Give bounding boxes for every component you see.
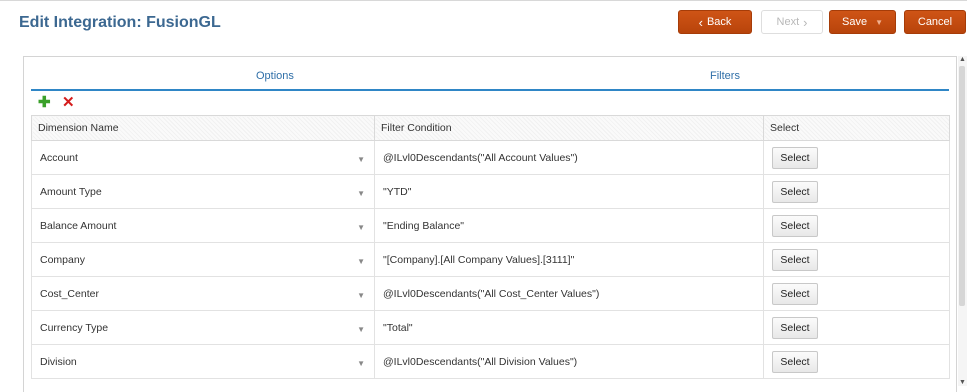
table-row: Division ▼ @ILvl0Descendants("All Divisio… xyxy=(31,344,950,379)
top-divider xyxy=(0,0,967,1)
save-button-label: Save xyxy=(842,16,868,28)
dimension-dropdown[interactable]: Amount Type ▼ xyxy=(31,174,375,209)
dimension-name: Cost_Center xyxy=(40,287,99,300)
filter-condition-cell[interactable]: "YTD" xyxy=(374,174,764,209)
select-button[interactable]: Select xyxy=(772,248,818,271)
filter-condition-cell[interactable]: "Ending Balance" xyxy=(374,208,764,243)
cancel-button-label: Cancel xyxy=(917,16,953,28)
tab-options[interactable]: Options xyxy=(256,70,294,82)
caret-down-icon[interactable]: ▼ xyxy=(357,223,365,232)
select-cell: Select xyxy=(763,140,950,175)
filter-grid: Dimension Name Filter Condition Select A… xyxy=(31,115,950,379)
filter-condition-cell[interactable]: @ILvl0Descendants("All Account Values") xyxy=(374,140,764,175)
dimension-name: Amount Type xyxy=(40,185,102,198)
next-button[interactable]: Next › xyxy=(761,10,823,34)
dimension-dropdown[interactable]: Balance Amount ▼ xyxy=(31,208,375,243)
caret-down-icon[interactable]: ▼ xyxy=(357,155,365,164)
select-button[interactable]: Select xyxy=(772,214,818,237)
column-header-dimension-name: Dimension Name xyxy=(31,115,375,141)
caret-down-icon[interactable]: ▼ xyxy=(357,359,365,368)
column-header-select: Select xyxy=(763,115,950,141)
scroll-up-icon[interactable]: ▲ xyxy=(959,56,966,63)
tab-bar: Options Filters xyxy=(31,70,949,91)
caret-down-icon[interactable]: ▼ xyxy=(357,189,365,198)
table-row: Balance Amount ▼ "Ending Balance" Select xyxy=(31,208,950,243)
dimension-dropdown[interactable]: Currency Type ▼ xyxy=(31,310,375,345)
select-button[interactable]: Select xyxy=(772,180,818,203)
select-button[interactable]: Select xyxy=(772,282,818,305)
scrollbar-thumb[interactable] xyxy=(959,66,965,306)
add-icon[interactable]: ✚ xyxy=(38,95,51,110)
select-cell: Select xyxy=(763,208,950,243)
select-cell: Select xyxy=(763,310,950,345)
caret-down-icon[interactable]: ▼ xyxy=(357,291,365,300)
tab-filters[interactable]: Filters xyxy=(710,70,740,82)
chevron-left-icon: ‹ xyxy=(698,14,703,30)
scroll-down-icon[interactable]: ▼ xyxy=(959,379,966,386)
caret-down-icon[interactable]: ▼ xyxy=(357,257,365,266)
dimension-name: Balance Amount xyxy=(40,219,117,232)
vertical-scrollbar[interactable]: ▲ ▼ xyxy=(958,56,967,386)
back-button[interactable]: ‹ Back xyxy=(678,10,752,34)
save-button[interactable]: Save ▼ xyxy=(829,10,896,34)
column-header-filter-condition: Filter Condition xyxy=(374,115,764,141)
back-button-label: Back xyxy=(706,16,732,28)
dimension-name: Company xyxy=(40,253,85,266)
grid-header-row: Dimension Name Filter Condition Select xyxy=(31,115,950,141)
table-row: Account ▼ @ILvl0Descendants("All Account … xyxy=(31,140,950,175)
page-title: Edit Integration: FusionGL xyxy=(19,14,221,31)
table-row: Company ▼ "[Company].[All Company Values]… xyxy=(31,242,950,277)
filter-condition-cell[interactable]: "Total" xyxy=(374,310,764,345)
dimension-dropdown[interactable]: Division ▼ xyxy=(31,344,375,379)
filter-condition-cell[interactable]: @ILvl0Descendants("All Division Values") xyxy=(374,344,764,379)
dimension-name: Division xyxy=(40,355,77,368)
next-button-label: Next xyxy=(776,16,800,28)
dimension-name: Currency Type xyxy=(40,321,109,334)
filter-condition-cell[interactable]: "[Company].[All Company Values].[3111]" xyxy=(374,242,764,277)
caret-down-icon[interactable]: ▼ xyxy=(357,325,365,334)
dimension-dropdown[interactable]: Company ▼ xyxy=(31,242,375,277)
chevron-right-icon: › xyxy=(803,14,808,30)
filters-panel: Options Filters ✚ ✕ Dimension Name Filte… xyxy=(23,56,957,392)
dimension-dropdown[interactable]: Account ▼ xyxy=(31,140,375,175)
dimension-name: Account xyxy=(40,151,78,164)
select-cell: Select xyxy=(763,174,950,209)
delete-icon[interactable]: ✕ xyxy=(62,95,75,110)
table-row: Cost_Center ▼ @ILvl0Descendants("All Cost… xyxy=(31,276,950,311)
select-cell: Select xyxy=(763,276,950,311)
select-cell: Select xyxy=(763,344,950,379)
select-button[interactable]: Select xyxy=(772,350,818,373)
caret-down-icon[interactable]: ▼ xyxy=(875,18,883,27)
table-row: Currency Type ▼ "Total" Select xyxy=(31,310,950,345)
table-row: Amount Type ▼ "YTD" Select xyxy=(31,174,950,209)
select-cell: Select xyxy=(763,242,950,277)
select-button[interactable]: Select xyxy=(772,316,818,339)
filter-condition-cell[interactable]: @ILvl0Descendants("All Cost_Center Value… xyxy=(374,276,764,311)
cancel-button[interactable]: Cancel xyxy=(904,10,966,34)
select-button[interactable]: Select xyxy=(772,146,818,169)
dimension-dropdown[interactable]: Cost_Center ▼ xyxy=(31,276,375,311)
